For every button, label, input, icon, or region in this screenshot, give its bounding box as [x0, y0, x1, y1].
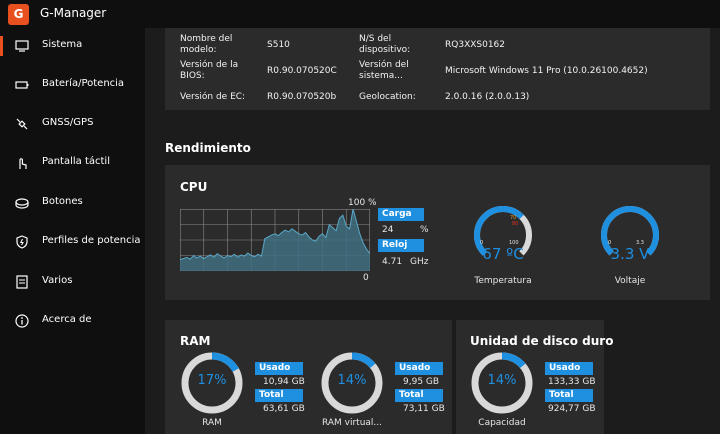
ec-value: R0.90.070520b	[267, 92, 337, 102]
monitor-icon	[15, 40, 29, 52]
cpu-title: CPU	[180, 180, 208, 194]
app-title: G-Manager	[40, 6, 107, 20]
satellite-icon	[16, 118, 28, 130]
cpu-clock-unit: GHz	[410, 257, 429, 267]
virtual-ram-caption: RAM virtual...	[321, 418, 383, 428]
ram-panel: RAM 17% Usado 10,94 GB Total 63,61 GB RA…	[165, 320, 452, 434]
ram-used-value: 10,94 GB	[263, 377, 305, 387]
virtual-ram-used-label: Usado	[395, 362, 443, 375]
app-logo-icon: G	[8, 4, 29, 25]
disk-used-label: Usado	[545, 362, 593, 375]
ram-total-label: Total	[255, 389, 303, 402]
os-value: Microsoft Windows 11 Pro (10.0.26100.465…	[445, 66, 648, 76]
sidebar-item-acerca[interactable]: Acerca de	[0, 306, 145, 336]
serial-label: N/S del dispositivo:	[359, 34, 411, 55]
cpu-load-value: 24	[382, 225, 394, 235]
ram-caption: RAM	[202, 418, 222, 428]
title-bar: G G-Manager	[0, 0, 720, 28]
info-icon	[15, 314, 29, 328]
model-value: S510	[267, 40, 290, 50]
virtual-ram-total-value: 73,11 GB	[403, 404, 445, 414]
main-content: Nombre del modelo: S510 N/S del disposit…	[145, 28, 720, 434]
cpu-load-label: Carga	[378, 208, 424, 221]
ec-label: Versión de EC:	[180, 92, 246, 102]
cpu-chart-min-label: 0	[363, 273, 369, 283]
bios-label: Versión de la BIOS:	[180, 60, 239, 81]
disk-total-value: 924,77 GB	[548, 404, 596, 414]
cpu-clock-value: 4.71	[382, 257, 403, 267]
performance-title: Rendimiento	[165, 141, 251, 155]
cpu-load-unit: %	[420, 225, 429, 235]
disk-panel: Unidad de disco duro 14% Usado 133,33 GB…	[456, 320, 613, 434]
voltage-value: 3.3 V	[610, 245, 650, 263]
cpu-clock-label: Reloj	[378, 239, 424, 252]
buttons-icon	[15, 198, 29, 209]
sidebar-item-label: Pantalla táctil	[42, 156, 110, 167]
sidebar-item-perfiles[interactable]: Perfiles de potencia	[0, 227, 145, 257]
geo-value: 2.0.0.16 (2.0.0.13)	[445, 92, 530, 102]
ram-total-value: 63,61 GB	[263, 404, 305, 414]
temperature-mark-80: 80	[512, 221, 519, 227]
sidebar-item-varios[interactable]: Varios	[0, 267, 145, 297]
virtual-ram-percent: 14%	[337, 373, 367, 388]
serial-value: RQ3XXS0162	[445, 40, 506, 50]
geo-label: Geolocation:	[359, 92, 416, 102]
cpu-chart-max-label: 100 %	[348, 198, 377, 208]
shield-icon	[16, 235, 28, 249]
sidebar-item-pantalla[interactable]: Pantalla táctil	[0, 148, 145, 178]
disk-used-value: 133,33 GB	[548, 377, 596, 387]
ram-percent: 17%	[197, 373, 227, 388]
virtual-ram-used-value: 9,95 GB	[403, 377, 440, 387]
sidebar-item-label: Botones	[42, 196, 83, 207]
disk-title: Unidad de disco duro	[470, 334, 614, 348]
sidebar-item-label: Sistema	[42, 39, 83, 50]
sidebar-item-botones[interactable]: Botones	[0, 188, 145, 218]
os-label: Versión del sistema...	[359, 60, 409, 81]
temperature-value: 67 ºC	[482, 245, 524, 263]
model-label: Nombre del modelo:	[180, 34, 233, 55]
bios-value: R0.90.070520C	[267, 66, 337, 76]
touch-icon	[19, 158, 27, 169]
virtual-ram-total-label: Total	[395, 389, 443, 402]
system-info-panel: Nombre del modelo: S510 N/S del disposit…	[165, 28, 710, 110]
sidebar-item-gnss[interactable]: GNSS/GPS	[0, 109, 145, 139]
sidebar-item-sistema[interactable]: Sistema	[0, 31, 145, 61]
sidebar: Sistema Batería/Potencia GNSS/GPS Pantal…	[0, 28, 145, 434]
sidebar-item-label: Varios	[42, 275, 73, 286]
ram-title: RAM	[180, 334, 211, 348]
sidebar-item-label: GNSS/GPS	[42, 117, 94, 128]
sidebar-item-label: Acerca de	[42, 314, 92, 325]
active-indicator	[0, 36, 3, 56]
battery-icon	[15, 81, 29, 89]
sidebar-item-label: Perfiles de potencia	[42, 235, 141, 246]
cpu-history-chart	[180, 209, 370, 271]
disk-total-label: Total	[545, 389, 593, 402]
sidebar-item-bateria[interactable]: Batería/Potencia	[0, 70, 145, 100]
disk-caption: Capacidad	[478, 418, 526, 428]
voltage-label: Voltaje	[614, 276, 646, 286]
temperature-label: Temperatura	[474, 276, 532, 286]
sidebar-item-label: Batería/Potencia	[42, 78, 125, 89]
ram-used-label: Usado	[255, 362, 303, 375]
disk-percent: 14%	[487, 373, 517, 388]
cpu-panel: CPU 100 % 0 Carga 24 % Reloj 4.71 GHz 0 …	[165, 165, 710, 300]
list-icon	[16, 275, 28, 289]
